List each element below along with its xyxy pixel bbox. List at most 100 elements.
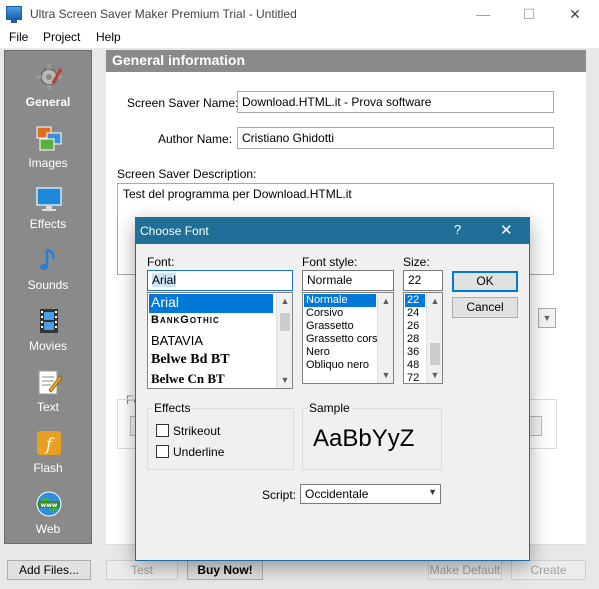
images-icon: [36, 126, 62, 151]
font-list-item[interactable]: BankGothic: [149, 314, 273, 333]
size-item[interactable]: 24: [405, 307, 425, 320]
section-header: General information: [106, 50, 586, 72]
font-style-label: Font style:: [302, 255, 358, 269]
gear-icon: [36, 64, 63, 90]
font-style-scrollbar[interactable]: ▲ ▼: [377, 293, 393, 383]
font-list-item[interactable]: Belwe Bd BT: [149, 352, 273, 371]
sidebar-item-sounds[interactable]: Sounds: [5, 240, 91, 300]
description-label: Screen Saver Description:: [117, 167, 257, 181]
size-item[interactable]: 48: [405, 359, 425, 372]
underline-checkbox[interactable]: [156, 445, 169, 458]
size-item[interactable]: 36: [405, 346, 425, 359]
minimize-button[interactable]: —: [460, 0, 506, 28]
scroll-up-icon[interactable]: ▲: [378, 293, 393, 309]
flash-icon: f: [37, 431, 61, 455]
dialog-title: Choose Font: [140, 224, 209, 238]
script-value: Occidentale: [305, 487, 369, 501]
size-input[interactable]: 22: [403, 270, 443, 291]
strikeout-checkbox[interactable]: [156, 424, 169, 437]
add-files-button[interactable]: Add Files...: [7, 560, 91, 580]
size-label: Size:: [403, 255, 430, 269]
cancel-button[interactable]: Cancel: [452, 297, 518, 318]
sidebar-label: Text: [36, 400, 59, 414]
sidebar-item-text[interactable]: Text: [5, 362, 91, 422]
font-style-item[interactable]: Obliquo nero: [304, 359, 376, 372]
sidebar: General Images Effects Sounds Movies Tex…: [4, 50, 92, 544]
font-list-item[interactable]: BATAVIA: [149, 333, 273, 352]
script-dropdown[interactable]: Occidentale ▼: [300, 484, 441, 504]
font-style-list[interactable]: Normale Corsivo Grassetto Grassetto cors…: [302, 292, 394, 384]
sidebar-label: Movies: [28, 339, 67, 353]
sidebar-label: General: [25, 95, 71, 109]
font-list-item[interactable]: Arial: [149, 294, 273, 313]
effects-label: Effects: [152, 401, 193, 415]
close-button[interactable]: ✕: [552, 0, 598, 28]
svg-text:www: www: [41, 502, 58, 509]
font-label: Font:: [147, 255, 175, 269]
choose-font-dialog: Choose Font ? ✕ Font: Arial Arial BankGo…: [135, 217, 530, 561]
chevron-down-icon: ▼: [428, 487, 437, 497]
font-style-item[interactable]: Corsivo: [304, 307, 376, 320]
size-item[interactable]: 28: [405, 333, 425, 346]
app-monitor-icon: [6, 6, 22, 23]
size-item[interactable]: 22: [405, 294, 425, 307]
notepad-icon: [38, 370, 63, 395]
menu-file[interactable]: File: [9, 30, 28, 44]
font-style-item[interactable]: Grassetto cors: [304, 333, 378, 346]
buy-now-button[interactable]: Buy Now!: [187, 560, 263, 580]
title-bar: Ultra Screen Saver Maker Premium Trial -…: [0, 0, 599, 28]
sample-text: AaBbYyZ: [313, 425, 415, 452]
scroll-thumb[interactable]: [430, 343, 440, 365]
menu-help[interactable]: Help: [96, 30, 121, 44]
scroll-up-icon[interactable]: ▲: [277, 293, 292, 309]
size-item[interactable]: 26: [405, 320, 425, 333]
ok-button[interactable]: OK: [452, 271, 518, 292]
test-button[interactable]: Test: [106, 560, 178, 580]
scroll-up-icon[interactable]: ▲: [427, 293, 442, 309]
scroll-down-icon[interactable]: ▼: [427, 367, 442, 383]
size-scrollbar[interactable]: ▲ ▼: [426, 293, 442, 383]
underline-label: Underline: [173, 445, 225, 459]
globe-icon: www: [36, 491, 62, 517]
font-list-item[interactable]: Belwe Cn BT: [149, 371, 273, 388]
sidebar-label: Images: [28, 156, 68, 170]
dialog-title-bar: Choose Font ? ✕: [136, 218, 529, 244]
sidebar-item-web[interactable]: www Web: [5, 484, 91, 544]
screen-saver-name-label: Screen Saver Name:: [127, 96, 239, 110]
menu-bar: File Project Help: [0, 28, 599, 48]
font-list-scrollbar[interactable]: ▲ ▼: [276, 293, 292, 388]
create-button[interactable]: Create: [511, 560, 586, 580]
size-item[interactable]: 72: [405, 372, 425, 383]
monitor-icon: [36, 187, 62, 211]
maximize-button[interactable]: ☐: [506, 0, 552, 28]
scroll-thumb[interactable]: [280, 313, 290, 331]
sidebar-label: Flash: [33, 461, 63, 475]
scroll-down-icon[interactable]: ▼: [378, 367, 393, 383]
help-button[interactable]: ?: [454, 222, 461, 237]
scroll-down-icon[interactable]: ▼: [277, 372, 292, 388]
sidebar-item-images[interactable]: Images: [5, 118, 91, 178]
font-style-item[interactable]: Grassetto: [304, 320, 376, 333]
dialog-close-button[interactable]: ✕: [500, 221, 513, 239]
sidebar-label: Effects: [29, 217, 67, 231]
font-name-input[interactable]: Arial: [147, 270, 293, 291]
sidebar-item-effects[interactable]: Effects: [5, 179, 91, 239]
author-name-field[interactable]: Cristiano Ghidotti: [237, 127, 554, 149]
menu-project[interactable]: Project: [43, 30, 80, 44]
font-style-item[interactable]: Normale: [304, 294, 376, 307]
font-style-item[interactable]: Nero: [304, 346, 376, 359]
sidebar-item-flash[interactable]: f Flash: [5, 423, 91, 483]
effects-group: Effects Strikeout Underline: [147, 401, 294, 470]
film-strip-icon: [40, 309, 58, 333]
sidebar-item-movies[interactable]: Movies: [5, 301, 91, 361]
font-list[interactable]: Arial BankGothic BATAVIA Belwe Bd BT Bel…: [147, 292, 293, 389]
screen-saver-name-field[interactable]: Download.HTML.it - Prova software: [237, 91, 554, 113]
chevron-down-icon[interactable]: ▼: [538, 308, 556, 328]
sidebar-label: Web: [35, 522, 61, 536]
music-note-icon: [40, 248, 55, 270]
make-default-button[interactable]: Make Default: [428, 560, 502, 580]
font-style-input[interactable]: Normale: [302, 270, 394, 291]
sample-group: Sample AaBbYyZ: [302, 401, 442, 470]
sidebar-item-general[interactable]: General: [5, 57, 91, 117]
size-list[interactable]: 22 24 26 28 36 48 72 ▲ ▼: [403, 292, 443, 384]
